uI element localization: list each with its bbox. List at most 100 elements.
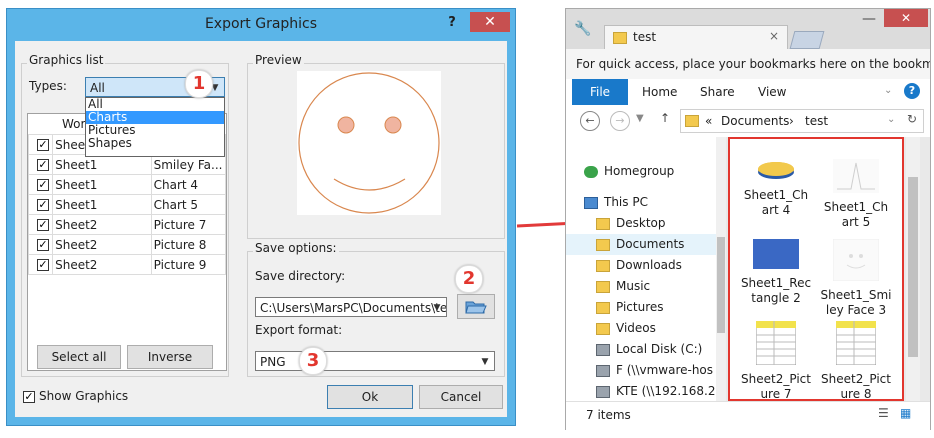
nav-item[interactable]: This PC xyxy=(566,192,716,213)
nav-scrollbar[interactable] xyxy=(716,137,726,401)
row-graphic-name: Chart 5 xyxy=(150,194,226,215)
close-button[interactable]: ✕ xyxy=(470,12,510,32)
chevron-down-icon: ▼ xyxy=(433,303,441,313)
tiles-view-icon[interactable]: ▦ xyxy=(900,406,911,420)
chevron-down-icon[interactable]: ⌄ xyxy=(887,114,895,125)
file-item[interactable]: Sheet1_Ch art 4 xyxy=(736,159,816,218)
table-row[interactable]: ✓ Sheet2 Picture 8 xyxy=(28,234,226,255)
tab-bar: 🔧 test × — ✕ xyxy=(566,9,930,49)
save-directory-combo[interactable]: C:\Users\MarsPC\Documents\te ▼ xyxy=(255,297,447,317)
computer-icon xyxy=(584,196,598,209)
file-item[interactable]: Sheet2_Pict ure 7 xyxy=(736,320,816,401)
row-checkbox[interactable]: ✓ xyxy=(37,158,49,171)
types-option-shapes[interactable]: Shapes xyxy=(86,137,224,150)
row-checkbox-cell[interactable]: ✓ xyxy=(28,134,54,155)
table-row[interactable]: ✓ Sheet2 Picture 9 xyxy=(28,254,226,275)
row-checkbox-cell[interactable]: ✓ xyxy=(28,234,54,255)
step-badge-1: 1 xyxy=(185,70,213,98)
browse-folder-button[interactable] xyxy=(457,294,495,319)
help-icon[interactable]: ? xyxy=(904,83,920,99)
row-checkbox[interactable]: ✓ xyxy=(37,238,49,251)
ribbon-tab-share[interactable]: Share xyxy=(700,85,735,99)
ribbon-tab-file[interactable]: File xyxy=(572,79,628,105)
file-item[interactable]: Sheet1_Ch art 5 xyxy=(816,159,896,230)
row-checkbox[interactable]: ✓ xyxy=(37,178,49,191)
row-checkbox-cell[interactable]: ✓ xyxy=(28,174,54,195)
step-badge-3: 3 xyxy=(299,347,327,375)
file-item[interactable]: Sheet2_Pict ure 8 xyxy=(816,320,896,399)
table-row[interactable]: ✓ Sheet1 Smiley Fa... xyxy=(28,154,226,175)
table-row[interactable]: ✓ Sheet1 Chart 4 xyxy=(28,174,226,195)
nav-item[interactable]: Videos xyxy=(566,318,716,339)
show-graphics-checkbox[interactable]: ✓ xyxy=(23,391,35,403)
nav-item[interactable]: Homegroup xyxy=(566,161,716,182)
row-graphic-name: Chart 4 xyxy=(150,174,226,195)
tab-close-icon[interactable]: × xyxy=(769,29,779,43)
select-all-button[interactable]: Select all xyxy=(37,345,121,369)
back-icon[interactable]: ← xyxy=(580,111,600,131)
nav-item[interactable]: Desktop xyxy=(566,213,716,234)
nav-item[interactable]: KTE (\\192.168.2 xyxy=(566,381,716,401)
row-graphic-name: Picture 8 xyxy=(150,234,226,255)
nav-item[interactable]: Pictures xyxy=(566,297,716,318)
content-scrollbar[interactable] xyxy=(906,137,920,401)
row-checkbox[interactable]: ✓ xyxy=(37,138,49,151)
nav-item[interactable]: F (\\vmware-hos xyxy=(566,360,716,381)
recent-chevron-icon[interactable]: ▼ xyxy=(636,113,644,124)
details-view-icon[interactable]: ☰ xyxy=(878,406,889,420)
inverse-button[interactable]: Inverse xyxy=(127,345,213,369)
export-format-combo[interactable]: PNG ▼ xyxy=(255,351,495,371)
chevron-down-icon[interactable]: ⌄ xyxy=(884,85,892,96)
ribbon-tab-home[interactable]: Home xyxy=(642,85,677,99)
browser-tab[interactable]: test × xyxy=(604,25,788,49)
types-combo-value: All xyxy=(90,81,105,95)
nav-item[interactable]: Music xyxy=(566,276,716,297)
file-thumbnail-icon xyxy=(736,320,816,369)
file-name-line2: art 5 xyxy=(841,215,871,229)
table-row[interactable]: ✓ Sheet2 Picture 7 xyxy=(28,214,226,235)
types-dropdown-list: All Charts Pictures Shapes xyxy=(85,97,225,157)
row-checkbox[interactable]: ✓ xyxy=(37,218,49,231)
new-tab-button[interactable] xyxy=(789,31,825,49)
table-row[interactable]: ✓ Sheet1 Chart 5 xyxy=(28,194,226,215)
network-drive-icon xyxy=(596,364,610,377)
row-checkbox[interactable]: ✓ xyxy=(37,258,49,271)
ribbon-tab-view[interactable]: View xyxy=(758,85,786,99)
smiley-preview xyxy=(298,72,440,214)
nav-item-label: Downloads xyxy=(616,258,682,272)
content-scrollbar-thumb[interactable] xyxy=(908,177,918,357)
file-name-line1: Sheet2_Pict xyxy=(821,372,891,386)
breadcrumb-documents[interactable]: Documents xyxy=(721,114,789,128)
row-checkbox[interactable]: ✓ xyxy=(37,198,49,211)
address-bar[interactable]: « Documents › test ⌄ ↻ xyxy=(680,109,924,133)
nav-list: Homegroup This PC Desktop Documents Download… xyxy=(566,161,716,401)
types-label: Types: xyxy=(29,79,67,93)
row-checkbox-cell[interactable]: ✓ xyxy=(28,154,54,175)
row-sheet: Sheet1 xyxy=(52,174,152,195)
file-name-line2: ure 7 xyxy=(760,387,792,401)
up-arrow-icon[interactable]: ↑ xyxy=(660,111,670,125)
export-graphics-dialog: Export Graphics ? ✕ Graphics list Types:… xyxy=(6,8,516,426)
breadcrumb-back[interactable]: « xyxy=(705,114,712,128)
row-checkbox-cell[interactable]: ✓ xyxy=(28,214,54,235)
row-checkbox-cell[interactable]: ✓ xyxy=(28,194,54,215)
nav-item[interactable]: Local Disk (C:) xyxy=(566,339,716,360)
file-item[interactable]: Sheet1_Rec tangle 2 xyxy=(736,239,816,306)
forward-icon[interactable]: → xyxy=(610,111,630,131)
file-name-line2: tangle 2 xyxy=(751,291,801,305)
minimize-icon[interactable]: — xyxy=(862,11,876,27)
breadcrumb-separator: › xyxy=(789,114,794,128)
help-button[interactable]: ? xyxy=(439,12,465,34)
file-item[interactable]: Sheet1_Smi ley Face 3 xyxy=(816,238,896,318)
ok-button[interactable]: Ok xyxy=(327,385,413,409)
explorer-close-button[interactable]: ✕ xyxy=(884,9,928,27)
breadcrumb-test[interactable]: test xyxy=(805,114,828,128)
refresh-icon[interactable]: ↻ xyxy=(907,112,917,126)
nav-item[interactable]: Downloads xyxy=(566,255,716,276)
cancel-button[interactable]: Cancel xyxy=(419,385,503,409)
navigation-pane: Homegroup This PC Desktop Documents Download… xyxy=(566,137,726,401)
nav-item[interactable]: Documents xyxy=(566,234,716,255)
wrench-icon[interactable]: 🔧 xyxy=(574,21,591,37)
nav-scrollbar-thumb[interactable] xyxy=(717,237,725,333)
row-checkbox-cell[interactable]: ✓ xyxy=(28,254,54,275)
